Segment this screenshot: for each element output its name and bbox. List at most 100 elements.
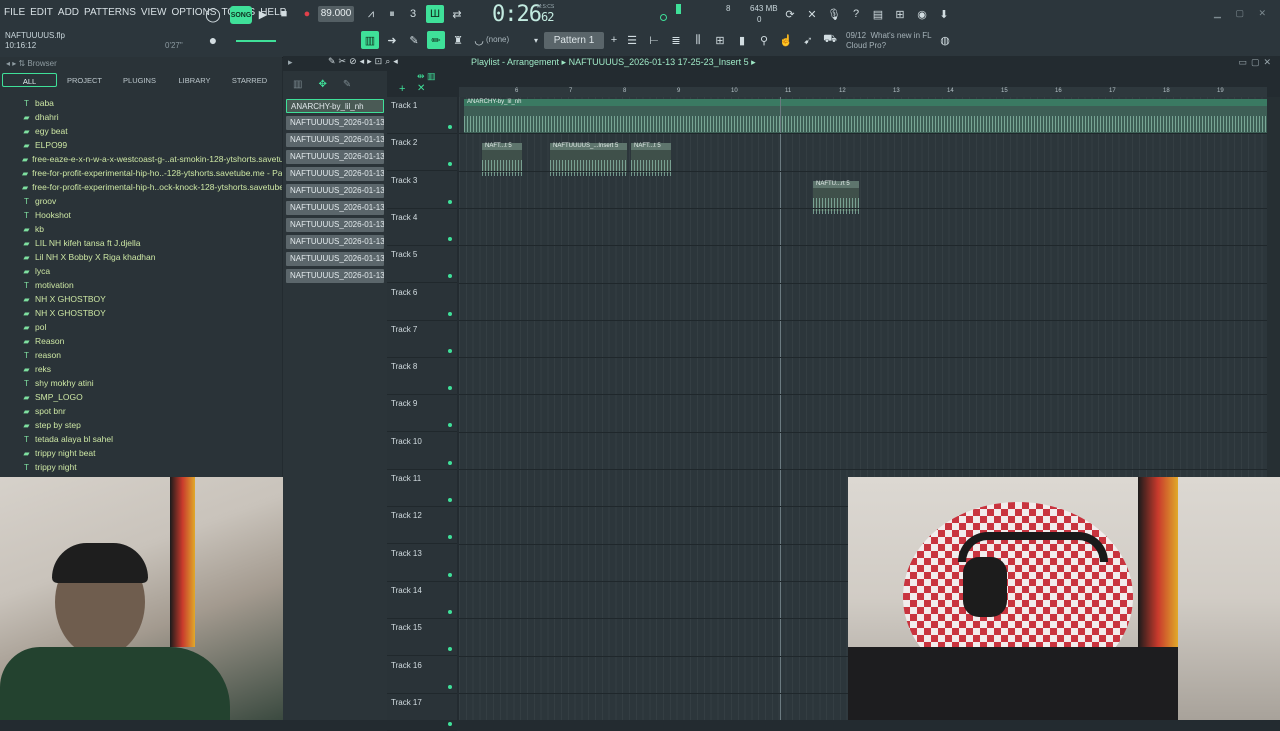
step-edit-icon[interactable]: Ш <box>426 5 444 23</box>
menu-edit[interactable]: EDIT <box>30 7 53 18</box>
browser-item[interactable]: Tbaba <box>22 96 282 110</box>
picker-item[interactable]: NAFTUUUUS_2026-01-13... <box>286 201 384 215</box>
export-icon[interactable]: ➹ <box>799 31 817 49</box>
track-enable-led[interactable] <box>448 498 452 502</box>
picker-pencil-icon[interactable]: ✎ <box>343 79 351 91</box>
track-header[interactable]: Track 14 <box>387 582 457 619</box>
browser-item[interactable]: ▰ step by step <box>22 418 282 432</box>
browser-item[interactable]: ▰ Lil NH X Bobby X Riga khadhan <box>22 250 282 264</box>
brush-icon[interactable]: ✎ <box>405 31 423 49</box>
browser-item[interactable]: ▰ Reason <box>22 334 282 348</box>
track-header[interactable]: Track 16 <box>387 657 457 694</box>
browser-tree-icon[interactable]: ⊞ <box>711 31 729 49</box>
track-enable-led[interactable] <box>448 572 452 577</box>
track-header[interactable]: Track 2 <box>387 134 457 172</box>
news-panel[interactable]: 09/12 What's new in FL Cloud Pro? <box>846 31 932 51</box>
track-enable-led[interactable] <box>448 460 452 465</box>
picker-item[interactable]: NAFTUUUUS_2026-01-13... <box>286 116 384 130</box>
audio-clip-t2a[interactable]: NAFT...t 5 <box>482 143 522 176</box>
browser-item[interactable]: Tshy mokhy atini <box>22 376 282 390</box>
picker-item[interactable]: NAFTUUUUS_2026-01-13... <box>286 150 384 164</box>
browser-item[interactable]: ▰ egy beat <box>22 124 282 138</box>
timeline-ruler[interactable]: 6 7 8 9 10 11 12 13 14 15 16 17 18 19 <box>459 87 1267 97</box>
browser-item[interactable]: ▰ free-for-profit-experimental-hip-ho..-1… <box>22 166 282 180</box>
picker-list-icon[interactable]: ▥ <box>293 79 302 91</box>
globe-icon[interactable]: ◍ <box>936 31 954 49</box>
record-icon[interactable]: ● <box>298 5 316 23</box>
browser-item[interactable]: ▰ NH X GHOSTBOY <box>22 306 282 320</box>
browser-item[interactable]: T Hookshot <box>22 208 282 222</box>
pattern-selector[interactable]: Pattern 1 <box>544 32 604 49</box>
metronome-icon[interactable]: ⩘ <box>362 5 380 23</box>
refresh-icon[interactable]: ⟳ <box>781 5 799 23</box>
channel-rack-icon[interactable]: ⊢ <box>645 31 663 49</box>
browser-item[interactable]: Ttetada alaya bl sahel <box>22 432 282 446</box>
browser-item[interactable]: ▰ pol <box>22 320 282 334</box>
song-mode-button[interactable]: SONG <box>230 6 252 24</box>
picker-item[interactable]: NAFTUUUUS_2026-01-13... <box>286 218 384 232</box>
loop-record-icon[interactable]: ⇄ <box>448 5 466 23</box>
audio-clip-t3[interactable]: NAFTU...rt 5 <box>813 181 859 214</box>
track-header[interactable]: Track 15 <box>387 619 457 657</box>
track-header[interactable]: Track 12 <box>387 507 457 545</box>
picker-item[interactable]: NAFTUUUUS_2026-01-13... <box>286 167 384 181</box>
playlist-window-controls[interactable]: ▭▢✕ <box>1238 57 1275 68</box>
chevron-down-icon[interactable]: ▾ <box>527 31 545 49</box>
picker-move-icon[interactable]: ✥ <box>318 79 326 91</box>
picker-item[interactable]: NAFTUUUUS_2026-01-13... <box>286 235 384 249</box>
snap-select[interactable]: (none) <box>486 35 509 44</box>
piano-roll-icon[interactable]: ≣ <box>667 31 685 49</box>
browser-item[interactable]: ▰ LIL NH kifeh tansa ft J.djella <box>22 236 282 250</box>
window-controls[interactable]: ▁ ▢ ✕ <box>1214 8 1272 19</box>
faders-icon[interactable]: ⫼ <box>689 31 707 49</box>
track-header[interactable]: Track 13 <box>387 545 457 582</box>
track-enable-led[interactable] <box>448 236 452 241</box>
track-header[interactable]: Track 7 <box>387 321 457 358</box>
picker-item[interactable]: ANARCHY-by_lil_nh <box>286 99 384 113</box>
browser-item[interactable]: ▰ kb <box>22 222 282 236</box>
browser-item[interactable]: ▰ trippy night beat <box>22 446 282 460</box>
menu-patterns[interactable]: PATTERNS <box>84 7 136 18</box>
browser-item[interactable]: Tmotivation <box>22 278 282 292</box>
track-enable-led[interactable] <box>448 647 452 652</box>
file-icon[interactable]: ▮ <box>733 31 751 49</box>
track-header[interactable]: Track 5 <box>387 246 457 284</box>
master-volume-slider[interactable] <box>236 40 276 42</box>
browser-item[interactable]: ▰ spot bnr <box>22 404 282 418</box>
tab-project[interactable]: PROJECT <box>57 73 112 87</box>
picker-item[interactable]: NAFTUUUUS_2026-01-13... <box>286 269 384 283</box>
track-enable-led[interactable] <box>448 423 452 428</box>
play-icon[interactable]: ▶ <box>254 5 272 23</box>
browser-item[interactable]: ▰ ELPO99 <box>22 138 282 152</box>
add-pattern-icon[interactable]: + <box>605 31 623 49</box>
browser-item[interactable]: Treason <box>22 348 282 362</box>
picker-item[interactable]: NAFTUUUUS_2026-01-13... <box>286 133 384 147</box>
help-icon[interactable]: ? <box>847 5 865 23</box>
tempo-display[interactable]: 89.000 <box>318 6 354 22</box>
playlist-view-icon[interactable]: ▥ <box>361 31 379 49</box>
menu-file[interactable]: FILE <box>4 7 25 18</box>
chat-icon[interactable]: ◉ <box>913 5 931 23</box>
browser-item[interactable]: ▰ free-for-profit-experimental-hip-h..ock… <box>22 180 282 194</box>
track-header[interactable]: Track 11 <box>387 470 457 507</box>
tab-plugins[interactable]: PLUGINS <box>112 73 167 87</box>
browser-item[interactable]: ▰ lyca <box>22 264 282 278</box>
track-header[interactable]: Track 6 <box>387 284 457 321</box>
browser-item[interactable]: ▰ NH X GHOSTBOY <box>22 292 282 306</box>
stop-icon[interactable]: ■ <box>275 5 293 23</box>
track-enable-led[interactable] <box>448 199 452 204</box>
microphone-icon[interactable]: 🎙 <box>825 5 843 23</box>
track-header[interactable]: Track 4 <box>387 209 457 246</box>
zoom-icon[interactable]: ⇹ ▥ <box>417 71 436 82</box>
audio-clip-t2b[interactable]: NAFTUUUUS_...Insert 5 <box>550 143 627 176</box>
touch-icon[interactable]: ☝ <box>777 31 795 49</box>
menu-view[interactable]: VIEW <box>141 7 167 18</box>
track-header[interactable]: Track 1 <box>387 97 457 134</box>
playlist-tools-icon[interactable]: ✎✂⊘◂▸⊡⌕◂ <box>328 56 401 67</box>
countdown-icon[interactable]: 3 <box>404 5 422 23</box>
master-volume-knob-icon[interactable]: ◯ <box>204 5 222 23</box>
draw-pencil-icon[interactable]: ✏ <box>427 31 445 49</box>
track-header[interactable]: Track 17 <box>387 694 457 731</box>
download-icon[interactable]: ⬇ <box>935 5 953 23</box>
wait-input-icon[interactable]: ⏸ <box>383 5 401 23</box>
